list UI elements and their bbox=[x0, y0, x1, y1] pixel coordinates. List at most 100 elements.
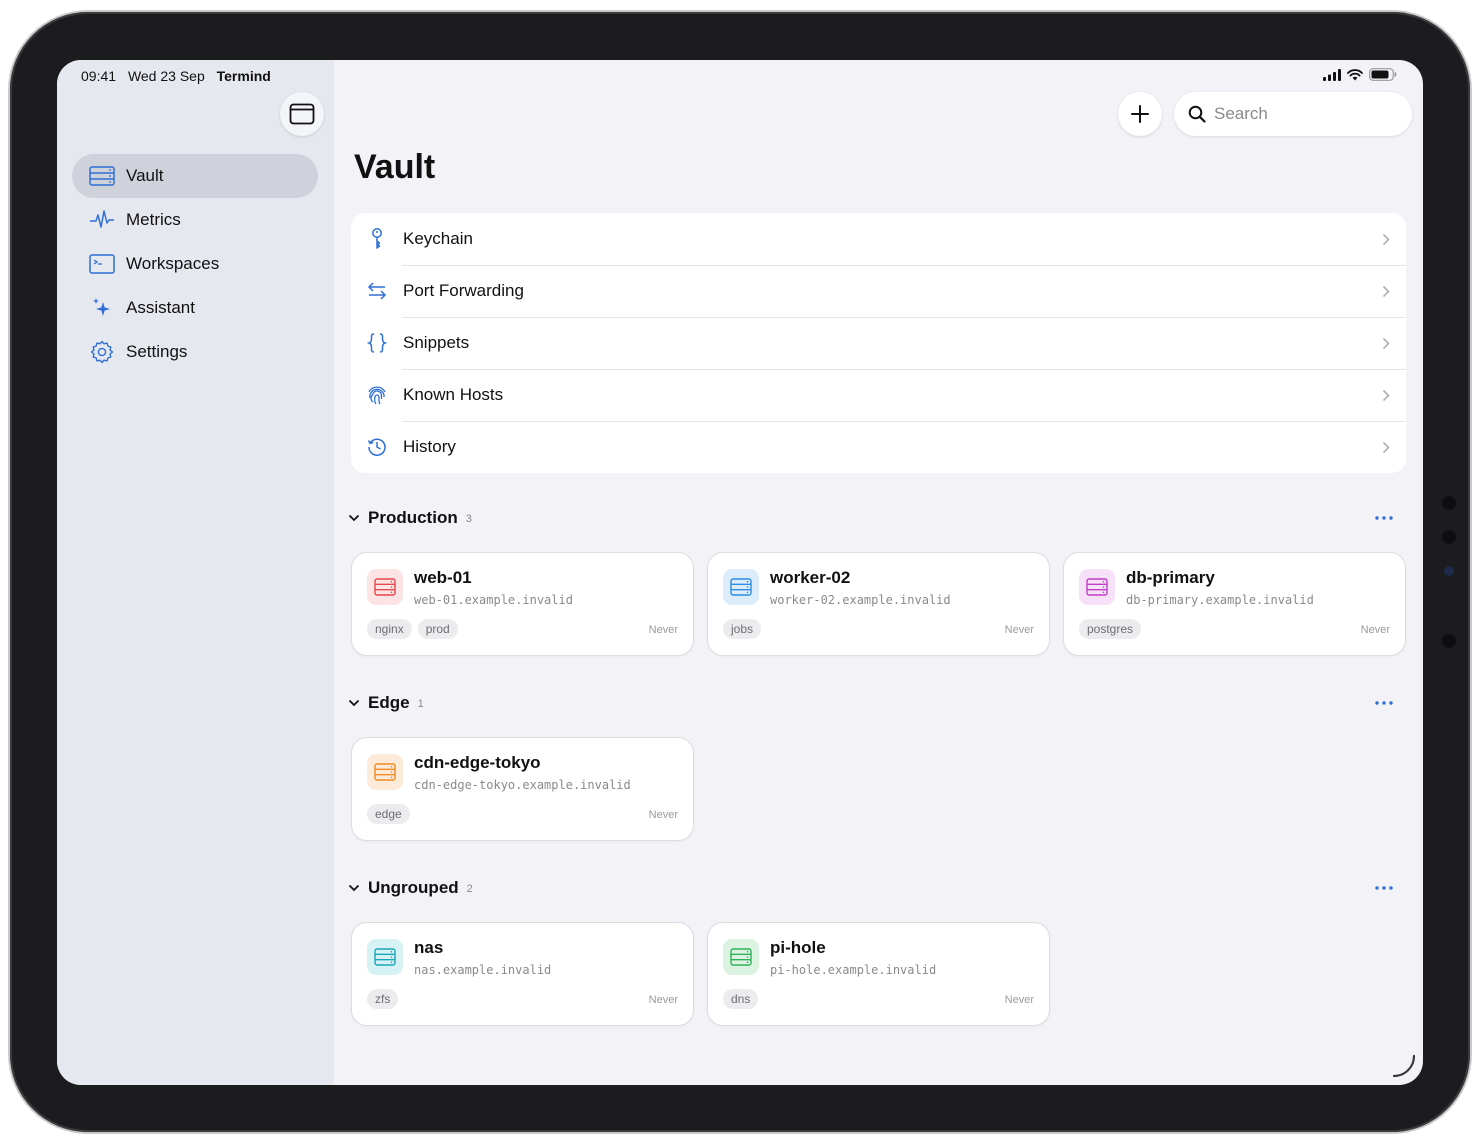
more-options-icon[interactable] bbox=[1370, 874, 1398, 902]
host-name: web-01 bbox=[414, 568, 472, 587]
menu-item-snippets[interactable]: Snippets bbox=[351, 317, 1406, 369]
last-connected: Never bbox=[1004, 994, 1034, 1006]
status-bar-left: 09:41 Wed 23 Sep Termind bbox=[81, 68, 279, 84]
corner-resize-handle[interactable] bbox=[1391, 1053, 1417, 1079]
host-tags: postgres bbox=[1079, 619, 1142, 639]
host-card-pi-hole[interactable]: pi-hole pi-hole.example.invalid dns Neve… bbox=[707, 922, 1050, 1026]
sidebar-toggle-button[interactable] bbox=[280, 92, 324, 136]
add-host-button[interactable] bbox=[1118, 92, 1162, 136]
sidebar-item-label: Settings bbox=[126, 342, 188, 361]
main-content: Vault Keychain Port Forwarding bbox=[334, 60, 1423, 1085]
server-icon bbox=[723, 569, 759, 605]
menu-item-label: Keychain bbox=[403, 229, 473, 248]
sidebar-item-assistant[interactable]: Assistant bbox=[72, 286, 318, 330]
cellular-signal-icon bbox=[1323, 68, 1341, 81]
server-icon bbox=[367, 569, 403, 605]
chevron-right-icon bbox=[1366, 337, 1406, 350]
history-clock-icon bbox=[351, 436, 403, 458]
battery-icon bbox=[1369, 68, 1397, 81]
gear-icon bbox=[88, 338, 116, 366]
tag-chip: nginx bbox=[367, 619, 412, 639]
host-card-cdn-edge-tokyo[interactable]: cdn-edge-tokyo cdn-edge-tokyo.example.in… bbox=[351, 737, 694, 841]
menu-item-label: Snippets bbox=[403, 333, 470, 352]
sidebar-item-label: Vault bbox=[126, 166, 164, 185]
host-tags: nginx prod bbox=[367, 619, 458, 639]
tag-chip: postgres bbox=[1079, 619, 1142, 639]
chevron-down-icon[interactable] bbox=[348, 699, 362, 707]
chevron-right-icon bbox=[1366, 285, 1406, 298]
chevron-down-icon[interactable] bbox=[348, 884, 362, 892]
group-count: 2 bbox=[466, 883, 473, 895]
arrows-swap-icon bbox=[351, 280, 403, 302]
menu-item-label: Port Forwarding bbox=[403, 281, 524, 300]
server-icon bbox=[367, 754, 403, 790]
vault-menu-list: Keychain Port Forwarding Snippets Known … bbox=[351, 213, 1406, 473]
menu-item-known-hosts[interactable]: Known Hosts bbox=[351, 369, 1406, 421]
menu-item-label: History bbox=[403, 437, 456, 456]
group-name: Production bbox=[368, 508, 458, 527]
menu-item-keychain[interactable]: Keychain bbox=[351, 213, 1406, 265]
sidebar-item-vault[interactable]: Vault bbox=[72, 154, 318, 198]
side-sensor-3 bbox=[1442, 634, 1456, 648]
host-address: db-primary.example.invalid bbox=[1126, 593, 1314, 607]
sparkles-icon bbox=[88, 294, 116, 322]
server-rack-icon bbox=[88, 162, 116, 190]
group-header-production[interactable]: Production 3 bbox=[348, 504, 1398, 532]
tag-chip: edge bbox=[367, 804, 410, 824]
sidebar: 09:41 Wed 23 Sep Termind Vault Metrics W… bbox=[57, 60, 334, 1085]
host-address: cdn-edge-tokyo.example.invalid bbox=[414, 778, 631, 792]
menu-item-history[interactable]: History bbox=[351, 421, 1406, 473]
group-name: Edge bbox=[368, 693, 410, 712]
key-icon bbox=[351, 227, 403, 251]
chevron-right-icon bbox=[1366, 233, 1406, 246]
last-connected: Never bbox=[648, 994, 678, 1006]
chevron-down-icon[interactable] bbox=[348, 514, 362, 522]
side-sensor-1 bbox=[1442, 496, 1456, 510]
host-address: worker-02.example.invalid bbox=[770, 593, 951, 607]
sidebar-item-label: Assistant bbox=[126, 298, 195, 317]
tag-chip: zfs bbox=[367, 989, 399, 1009]
status-date: Wed 23 Sep bbox=[127, 68, 205, 84]
host-card-db-primary[interactable]: db-primary db-primary.example.invalid po… bbox=[1063, 552, 1406, 656]
menu-item-port-forwarding[interactable]: Port Forwarding bbox=[351, 265, 1406, 317]
search-icon bbox=[1188, 105, 1206, 123]
host-card-nas[interactable]: nas nas.example.invalid zfs Never bbox=[351, 922, 694, 1026]
host-name: nas bbox=[414, 938, 444, 957]
host-card-worker-02[interactable]: worker-02 worker-02.example.invalid jobs… bbox=[707, 552, 1050, 656]
search-field[interactable] bbox=[1174, 92, 1412, 136]
host-tags: zfs bbox=[367, 989, 399, 1009]
tag-chip: dns bbox=[723, 989, 759, 1009]
sidebar-item-settings[interactable]: Settings bbox=[72, 330, 318, 374]
host-name: worker-02 bbox=[770, 568, 851, 587]
host-card-web-01[interactable]: web-01 web-01.example.invalid nginx prod… bbox=[351, 552, 694, 656]
tag-chip: prod bbox=[417, 619, 458, 639]
group-header-ungrouped[interactable]: Ungrouped 2 bbox=[348, 874, 1398, 902]
group-name: Ungrouped bbox=[368, 878, 459, 897]
page-title: Vault bbox=[354, 148, 436, 186]
terminal-window-icon bbox=[88, 250, 116, 278]
menu-item-label: Known Hosts bbox=[403, 385, 504, 404]
sidebar-item-metrics[interactable]: Metrics bbox=[72, 198, 318, 242]
host-address: nas.example.invalid bbox=[414, 963, 552, 977]
status-bar-right bbox=[1323, 68, 1397, 81]
sidebar-toggle-icon bbox=[289, 103, 315, 125]
side-sensor-2 bbox=[1442, 530, 1456, 544]
host-tags: jobs bbox=[723, 619, 762, 639]
screen: 09:41 Wed 23 Sep Termind Vault Metrics W… bbox=[57, 60, 1423, 1085]
more-options-icon[interactable] bbox=[1370, 504, 1398, 532]
last-connected: Never bbox=[1360, 624, 1390, 636]
host-name: cdn-edge-tokyo bbox=[414, 753, 541, 772]
search-input[interactable] bbox=[1214, 104, 1394, 124]
side-camera bbox=[1444, 566, 1454, 576]
tag-chip: jobs bbox=[723, 619, 762, 639]
server-icon bbox=[367, 939, 403, 975]
plus-icon bbox=[1131, 105, 1149, 123]
sidebar-nav: Vault Metrics Workspaces Assistant Setti… bbox=[72, 154, 318, 374]
group-header-edge[interactable]: Edge 1 bbox=[348, 689, 1398, 717]
last-connected: Never bbox=[648, 624, 678, 636]
host-address: pi-hole.example.invalid bbox=[770, 963, 937, 977]
sidebar-item-workspaces[interactable]: Workspaces bbox=[72, 242, 318, 286]
server-icon bbox=[723, 939, 759, 975]
host-name: db-primary bbox=[1126, 568, 1215, 587]
more-options-icon[interactable] bbox=[1370, 689, 1398, 717]
